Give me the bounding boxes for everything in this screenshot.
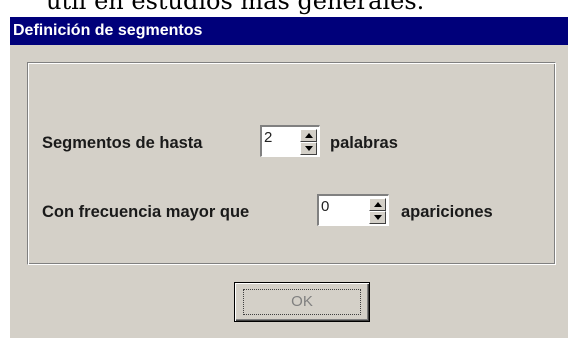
arrow-up-icon <box>374 202 382 207</box>
segments-spin-up-button[interactable] <box>300 129 317 142</box>
ok-button[interactable]: OK <box>234 282 370 322</box>
frequency-spin-buttons <box>369 198 386 224</box>
arrow-down-icon <box>305 146 313 151</box>
ok-focus-rectangle <box>243 289 361 315</box>
segments-max-words-spinner[interactable] <box>260 125 320 157</box>
segments-max-words-input[interactable] <box>264 129 294 147</box>
segments-label: Segmentos de hasta <box>42 134 203 152</box>
arrow-up-icon <box>305 133 313 138</box>
frequency-spin-down-button[interactable] <box>369 211 386 224</box>
words-label: palabras <box>330 134 398 152</box>
min-frequency-spinner[interactable] <box>317 194 389 226</box>
segment-definition-dialog: Definición de segmentos Segmentos de has… <box>10 17 568 338</box>
page: útil en estudios más generales. Definici… <box>0 0 568 338</box>
dialog-title: Definición de segmentos <box>13 22 203 39</box>
background-document-text: útil en estudios más generales. <box>46 0 425 15</box>
arrow-down-icon <box>374 215 382 220</box>
frequency-spin-up-button[interactable] <box>369 198 386 211</box>
frequency-label: Con frecuencia mayor que <box>42 203 250 221</box>
options-group-box <box>27 62 556 265</box>
segments-spin-buttons <box>300 129 317 155</box>
min-frequency-input[interactable] <box>321 198 351 216</box>
dialog-title-bar[interactable]: Definición de segmentos <box>10 17 568 45</box>
segments-spin-down-button[interactable] <box>300 142 317 155</box>
occurrences-label: apariciones <box>401 203 493 221</box>
